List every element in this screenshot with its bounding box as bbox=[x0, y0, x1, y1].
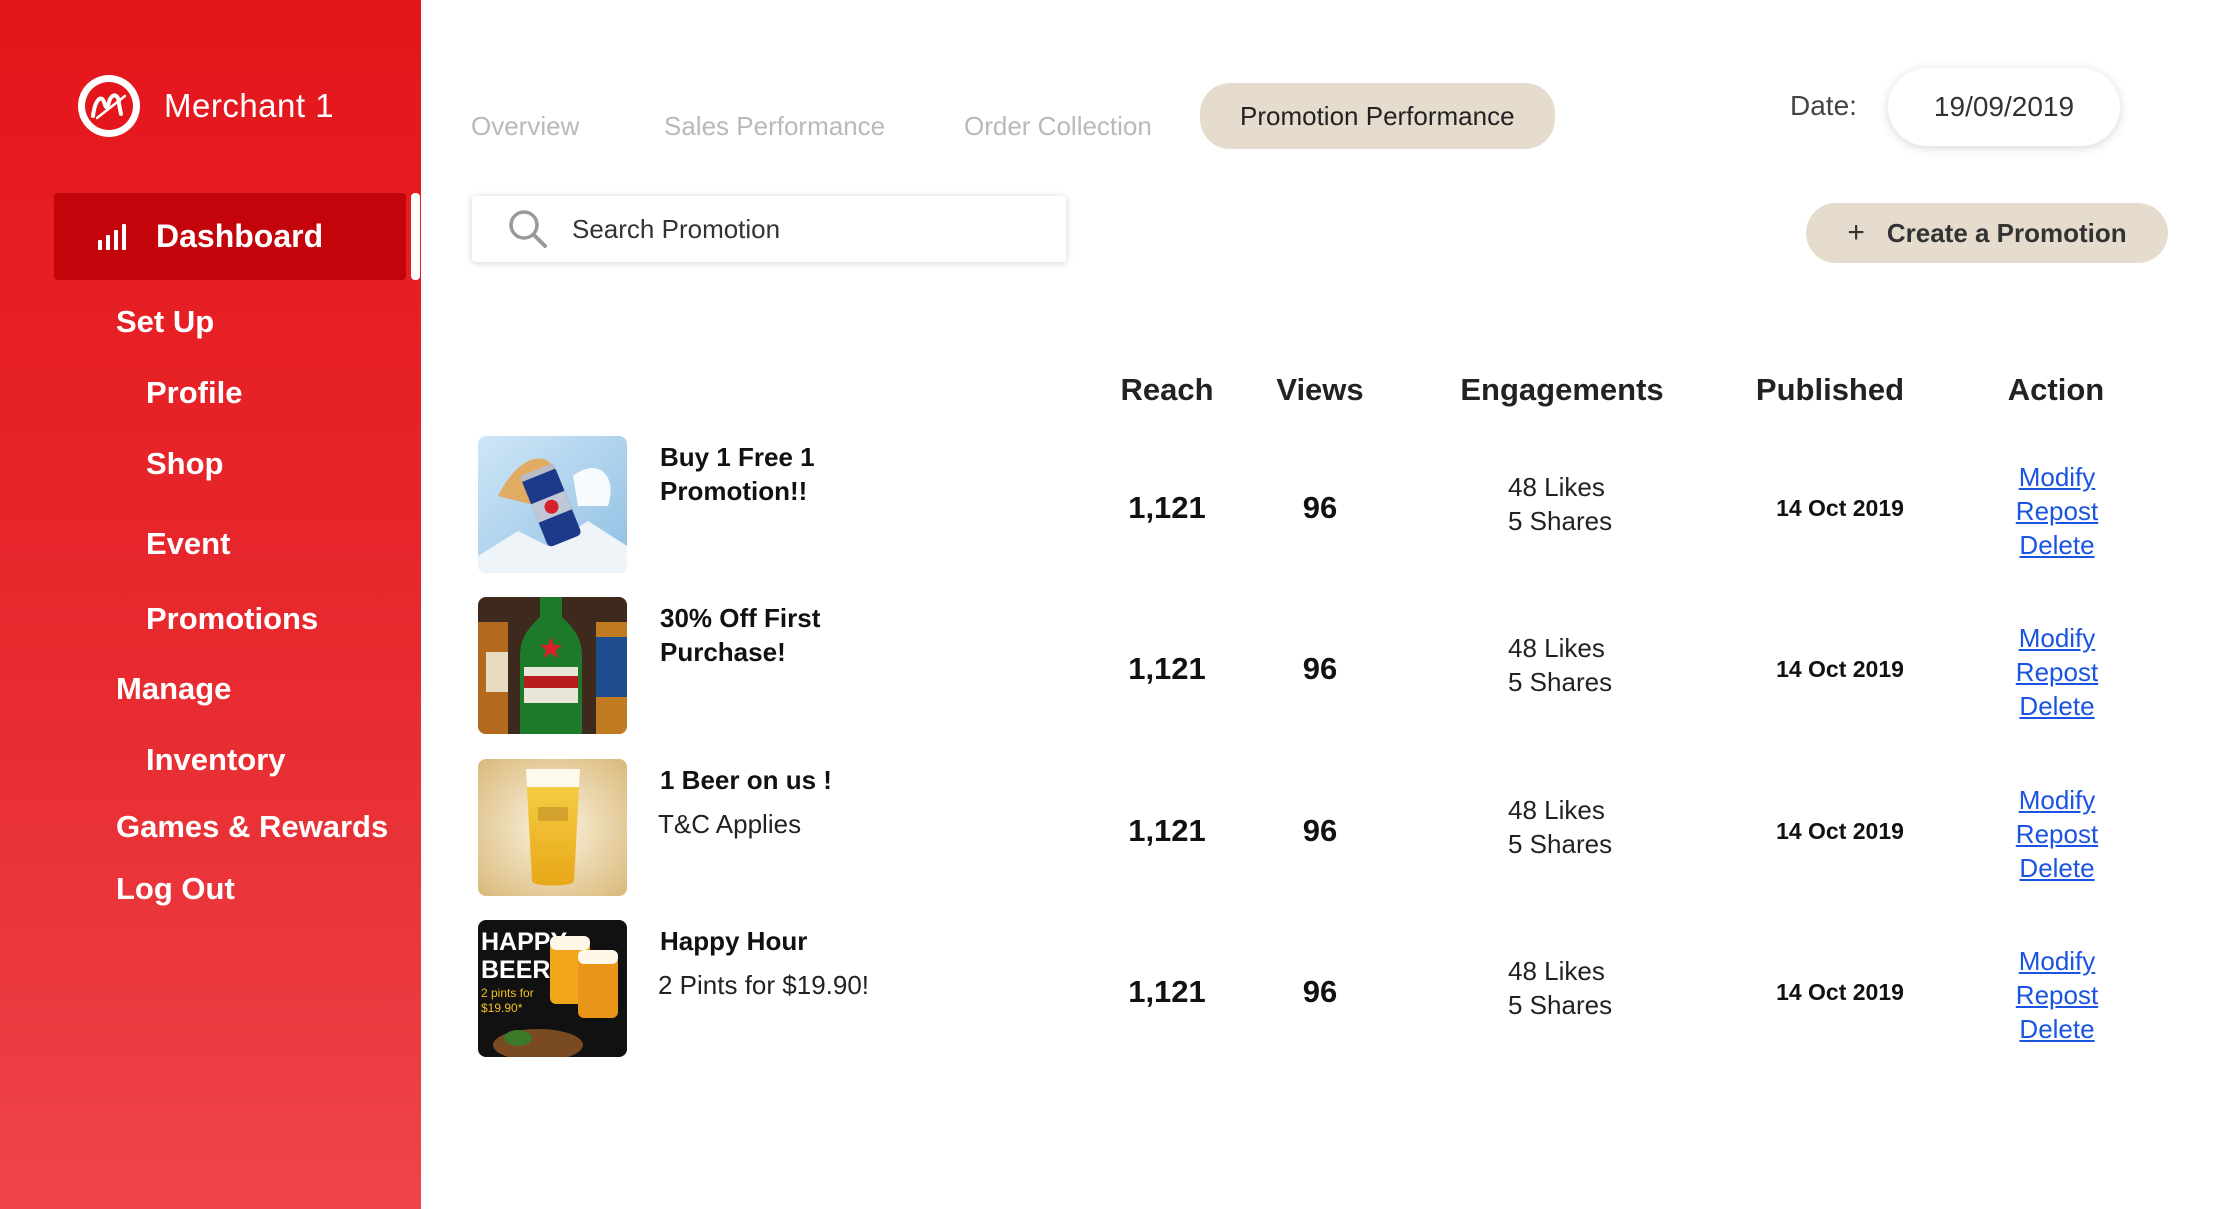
brand[interactable]: Merchant 1 bbox=[78, 75, 334, 137]
likes-count: 48 Likes bbox=[1508, 472, 1605, 502]
merchant-name: Merchant 1 bbox=[164, 87, 335, 124]
shares-count: 5 Shares bbox=[1508, 667, 1613, 697]
happy-beer-thumbnail: HAPPY BEER 2 pints for $19.90* bbox=[478, 920, 627, 1057]
shares-count: 5 Shares bbox=[1508, 829, 1613, 859]
repost-link[interactable]: Repost bbox=[2016, 655, 2098, 689]
create-promotion-label: Create a Promotion bbox=[1886, 217, 2127, 248]
reach-value: 1,121 bbox=[1128, 813, 1206, 848]
merchant-logo-icon bbox=[78, 75, 140, 137]
engagement-values: 48 Likes 5 Shares bbox=[1508, 470, 1612, 538]
sidebar-item-profile[interactable]: Profile bbox=[146, 375, 242, 411]
modify-link[interactable]: Modify bbox=[2019, 460, 2096, 494]
likes-count: 48 Likes bbox=[1508, 956, 1605, 986]
published-date: 14 Oct 2019 bbox=[1776, 979, 1904, 1005]
column-header-action: Action bbox=[2007, 372, 2105, 407]
delete-link[interactable]: Delete bbox=[2019, 851, 2094, 885]
tab-promotion-performance[interactable]: Promotion Performance bbox=[1200, 83, 1555, 149]
promotion-title: Happy Hour bbox=[660, 926, 808, 956]
repost-link[interactable]: Repost bbox=[2016, 978, 2098, 1012]
likes-count: 48 Likes bbox=[1508, 795, 1605, 825]
thumb-text-price: $19.90* bbox=[481, 1001, 523, 1015]
bar-chart-icon bbox=[98, 223, 126, 250]
column-header-published: Published bbox=[1755, 372, 1905, 407]
published-date: 14 Oct 2019 bbox=[1776, 495, 1904, 521]
modify-link[interactable]: Modify bbox=[2019, 783, 2096, 817]
reach-value: 1,121 bbox=[1128, 490, 1206, 525]
shares-count: 5 Shares bbox=[1508, 990, 1613, 1020]
modify-link[interactable]: Modify bbox=[2019, 944, 2096, 978]
tab-order-collection[interactable]: Order Collection bbox=[964, 98, 1152, 154]
views-value: 96 bbox=[1302, 813, 1338, 848]
views-value: 96 bbox=[1302, 651, 1338, 686]
column-header-reach: Reach bbox=[1120, 372, 1214, 407]
date-label: Date: bbox=[1790, 90, 1857, 121]
search-input[interactable] bbox=[572, 213, 1032, 245]
engagement-values: 48 Likes 5 Shares bbox=[1508, 793, 1612, 861]
delete-link[interactable]: Delete bbox=[2019, 1012, 2094, 1046]
row-actions: Modify Repost Delete bbox=[2015, 460, 2099, 562]
column-header-views: Views bbox=[1276, 372, 1364, 407]
row-actions: Modify Repost Delete bbox=[2015, 944, 2099, 1046]
engagement-values: 48 Likes 5 Shares bbox=[1508, 631, 1612, 699]
views-value: 96 bbox=[1302, 490, 1338, 525]
tab-sales-performance[interactable]: Sales Performance bbox=[664, 98, 885, 154]
promotion-title: 30% Off First Purchase! bbox=[660, 603, 821, 667]
energy-drink-thumbnail bbox=[478, 436, 627, 573]
promotion-title: Buy 1 Free 1 Promotion!! bbox=[660, 442, 815, 506]
sidebar-item-label: Dashboard bbox=[156, 218, 324, 254]
published-date: 14 Oct 2019 bbox=[1776, 656, 1904, 682]
likes-count: 48 Likes bbox=[1508, 633, 1605, 663]
search-box[interactable] bbox=[472, 196, 1066, 262]
promotion-subtitle: 2 Pints for $19.90! bbox=[658, 970, 870, 1000]
engagement-values: 48 Likes 5 Shares bbox=[1508, 954, 1612, 1022]
column-header-engagements: Engagements bbox=[1460, 372, 1664, 407]
scrollbar-thumb[interactable] bbox=[411, 193, 420, 280]
thumb-text-beer: BEER bbox=[481, 956, 550, 984]
table-row: 30% Off First Purchase! 1,121 96 48 Like… bbox=[0, 597, 2225, 737]
promotion-subtitle: T&C Applies bbox=[658, 809, 802, 839]
reach-value: 1,121 bbox=[1128, 651, 1206, 686]
shares-count: 5 Shares bbox=[1508, 506, 1613, 536]
promotion-title: 1 Beer on us ! bbox=[660, 765, 832, 795]
table-row: HAPPY BEER 2 pints for $19.90* Happy Hou… bbox=[0, 920, 2225, 1060]
sidebar-item-dashboard[interactable]: Dashboard bbox=[54, 193, 420, 280]
views-value: 96 bbox=[1302, 974, 1338, 1009]
delete-link[interactable]: Delete bbox=[2019, 528, 2094, 562]
modify-link[interactable]: Modify bbox=[2019, 621, 2096, 655]
reach-value: 1,121 bbox=[1128, 974, 1206, 1009]
table-row: 1 Beer on us ! T&C Applies 1,121 96 48 L… bbox=[0, 759, 2225, 899]
tab-overview[interactable]: Overview bbox=[471, 98, 579, 154]
delete-link[interactable]: Delete bbox=[2019, 689, 2094, 723]
repost-link[interactable]: Repost bbox=[2016, 817, 2098, 851]
row-actions: Modify Repost Delete bbox=[2015, 621, 2099, 723]
search-icon bbox=[508, 209, 548, 249]
row-actions: Modify Repost Delete bbox=[2015, 783, 2099, 885]
create-promotion-button[interactable]: + Create a Promotion bbox=[1806, 203, 2168, 263]
date-picker[interactable]: 19/09/2019 bbox=[1888, 68, 2120, 146]
plus-icon: + bbox=[1847, 216, 1865, 249]
thumb-text-offer: 2 pints for bbox=[481, 986, 534, 1000]
beer-glass-thumbnail bbox=[478, 759, 627, 896]
beer-bottles-thumbnail bbox=[478, 597, 627, 734]
published-date: 14 Oct 2019 bbox=[1776, 818, 1904, 844]
sidebar-item-set-up[interactable]: Set Up bbox=[116, 304, 214, 340]
repost-link[interactable]: Repost bbox=[2016, 494, 2098, 528]
table-row: Buy 1 Free 1 Promotion!! 1,121 96 48 Lik… bbox=[0, 436, 2225, 576]
